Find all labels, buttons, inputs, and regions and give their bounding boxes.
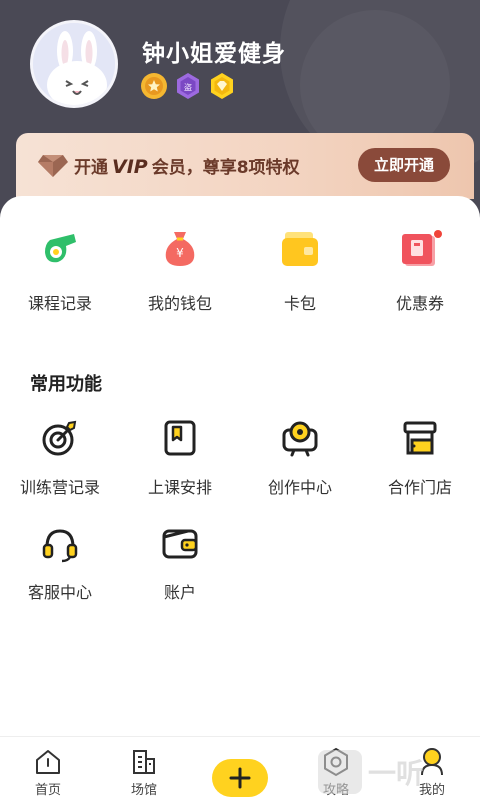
whistle-icon bbox=[36, 224, 84, 272]
quick-action-label: 我的钱包 bbox=[147, 294, 212, 313]
function-customer-service[interactable]: 客服中心 bbox=[0, 523, 120, 628]
vip-prefix: 开通 bbox=[74, 158, 108, 178]
function-label: 训练营记录 bbox=[19, 478, 100, 497]
vip-word: VIP bbox=[112, 156, 148, 178]
nav-guides[interactable]: 攻略 bbox=[288, 737, 384, 800]
quick-action-label: 优惠券 bbox=[395, 294, 444, 313]
username: 钟小姐爱健身 bbox=[142, 41, 286, 67]
svg-text:¥: ¥ bbox=[176, 246, 184, 260]
function-partner-stores[interactable]: 合作门店 bbox=[360, 418, 480, 523]
quick-action-course-records[interactable]: 课程记录 bbox=[0, 224, 120, 314]
main-content: 课程记录 ¥ 我的钱包 卡包 优惠券 常用功能 训练营记录 上课安排 创作中心 … bbox=[0, 196, 480, 736]
bottom-navigation: 首页 场馆 攻略 我的 bbox=[0, 736, 480, 800]
function-class-schedule[interactable]: 上课安排 bbox=[120, 418, 240, 523]
nav-mine[interactable]: 我的 bbox=[384, 737, 480, 800]
nav-label: 攻略 bbox=[322, 783, 349, 798]
card-wallet-icon bbox=[276, 224, 324, 272]
function-creation-center[interactable]: 创作中心 bbox=[240, 418, 360, 523]
vip-suffix: 会员，尊享8项特权 bbox=[151, 158, 300, 178]
function-label: 合作门店 bbox=[387, 478, 452, 497]
nav-add[interactable] bbox=[192, 737, 288, 800]
wallet-icon bbox=[162, 529, 198, 559]
bunny-avatar-icon bbox=[33, 23, 115, 105]
badge-list: 盗 bbox=[140, 72, 236, 100]
quick-action-label: 课程记录 bbox=[27, 294, 92, 313]
plus-icon bbox=[229, 767, 251, 789]
avatar[interactable] bbox=[30, 20, 118, 108]
svg-text:盗: 盗 bbox=[184, 82, 192, 92]
store-icon bbox=[403, 421, 437, 455]
nav-label: 我的 bbox=[418, 783, 445, 798]
nav-label: 首页 bbox=[34, 783, 61, 798]
function-label: 账户 bbox=[163, 583, 196, 602]
notification-dot bbox=[434, 230, 442, 238]
money-bag-icon: ¥ bbox=[156, 224, 204, 272]
function-account[interactable]: 账户 bbox=[120, 523, 240, 628]
quick-actions: 课程记录 ¥ 我的钱包 卡包 优惠券 bbox=[0, 224, 480, 314]
common-functions-title: 常用功能 bbox=[30, 374, 102, 395]
nav-venues[interactable]: 场馆 bbox=[96, 737, 192, 800]
quick-action-wallet[interactable]: ¥ 我的钱包 bbox=[120, 224, 240, 314]
home-icon bbox=[36, 750, 60, 774]
star-badge-icon[interactable] bbox=[140, 72, 168, 100]
function-label: 客服中心 bbox=[27, 583, 92, 602]
nav-label: 场馆 bbox=[130, 783, 157, 798]
target-icon bbox=[42, 420, 77, 456]
function-label: 创作中心 bbox=[267, 478, 332, 497]
nav-home[interactable]: 首页 bbox=[0, 737, 96, 800]
vip-promo-text: 开通 VIP 会员，尊享8项特权 bbox=[74, 153, 300, 178]
membership-badge-icon[interactable]: 盗 bbox=[174, 72, 202, 100]
vip-banner[interactable]: 开通 VIP 会员，尊享8项特权 立即开通 bbox=[16, 133, 474, 199]
add-button[interactable] bbox=[212, 759, 268, 797]
open-vip-button[interactable]: 立即开通 bbox=[358, 148, 450, 182]
quick-action-coupons[interactable]: 优惠券 bbox=[360, 224, 480, 314]
function-label: 上课安排 bbox=[147, 478, 212, 497]
quick-action-label: 卡包 bbox=[283, 294, 316, 313]
common-functions-grid: 训练营记录 上课安排 创作中心 合作门店 客服中心 账户 bbox=[0, 418, 480, 628]
building-icon bbox=[133, 750, 155, 774]
function-training-camp-records[interactable]: 训练营记录 bbox=[0, 418, 120, 523]
diamond-icon bbox=[38, 155, 68, 177]
camera-icon bbox=[282, 421, 318, 457]
hexagon-icon bbox=[324, 747, 348, 777]
headset-icon bbox=[42, 529, 78, 563]
diamond-badge-icon[interactable] bbox=[208, 72, 236, 100]
coupon-icon bbox=[396, 224, 444, 272]
quick-action-card-wallet[interactable]: 卡包 bbox=[240, 224, 360, 314]
schedule-book-icon bbox=[164, 420, 196, 456]
profile-icon bbox=[421, 748, 443, 776]
